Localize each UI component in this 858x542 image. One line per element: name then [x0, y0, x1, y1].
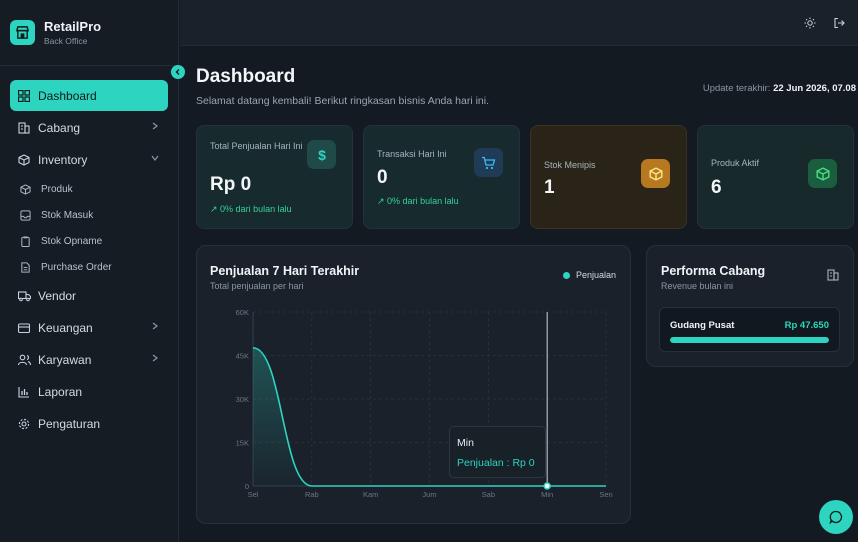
branch-row[interactable]: Gudang Pusat Rp 47.650 [659, 307, 840, 352]
y-tick-label: 15K [236, 439, 249, 448]
branch-progress-bar [670, 337, 829, 343]
x-tick-label: Jum [422, 490, 436, 499]
y-tick-label: 45K [236, 352, 249, 361]
x-tick-label: Sen [599, 490, 612, 499]
sidebar-collapse-button[interactable] [171, 65, 185, 79]
tooltip-title: Min [457, 437, 474, 449]
branch-panel-subtitle: Revenue bulan ini [661, 281, 734, 291]
tooltip-value: Penjualan : Rp 0 [457, 457, 535, 469]
branch-revenue: Rp 47.650 [784, 320, 829, 331]
x-tick-label: Sel [248, 490, 259, 499]
building-icon [827, 268, 839, 286]
chat-icon [829, 510, 843, 524]
x-tick-label: Kam [363, 490, 378, 499]
y-tick-label: 30K [236, 395, 249, 404]
branch-name: Gudang Pusat [670, 320, 735, 331]
branch-progress-fill [670, 337, 829, 343]
y-tick-label: 60K [236, 308, 249, 317]
x-tick-label: Rab [305, 490, 319, 499]
hover-point [543, 482, 551, 490]
branch-panel-title: Performa Cabang [661, 264, 766, 278]
x-tick-label: Min [541, 490, 553, 499]
chevron-left-icon [175, 69, 180, 75]
x-tick-label: Sab [482, 490, 495, 499]
chart-tooltip: Min Penjualan : Rp 0 [449, 426, 546, 478]
chat-button[interactable] [819, 500, 853, 534]
